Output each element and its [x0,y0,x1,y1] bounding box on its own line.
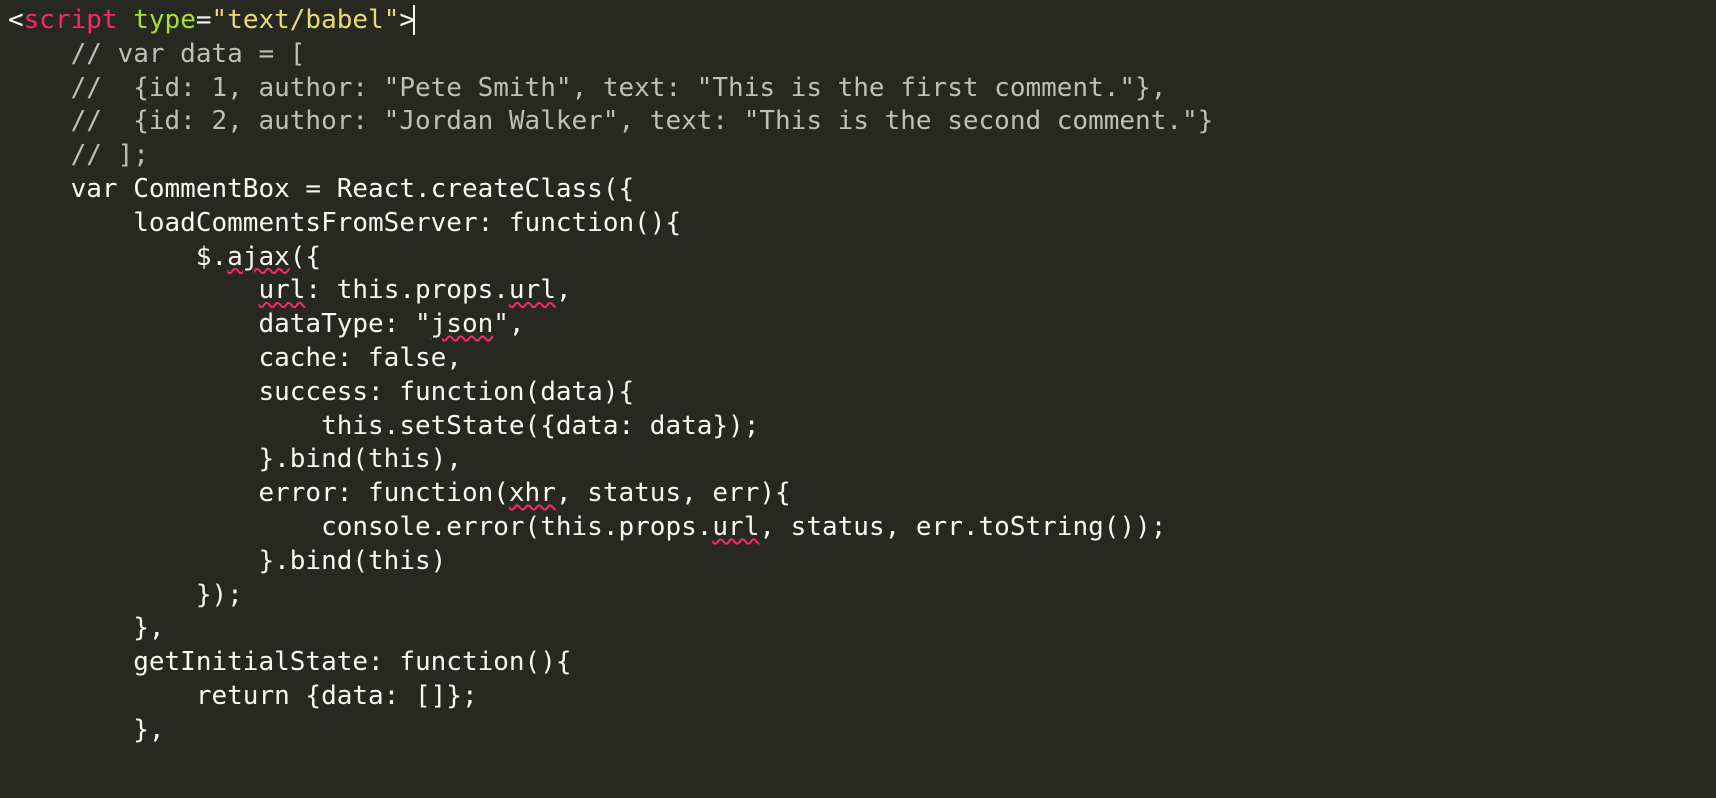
code-line: this.setState({data: data}); [8,411,759,441]
comment-line: // {id: 1, author: "Pete Smith", text: "… [8,73,1166,103]
code-line: getInitialState: function(){ [8,647,572,677]
spellcheck-word: url [258,275,305,305]
spellcheck-word: json [431,309,494,339]
spellcheck-word: url [509,275,556,305]
tag-name: script [24,5,118,35]
spellcheck-word: url [712,512,759,542]
code-editor[interactable]: <script type="text/babel"> // var data =… [0,0,1716,778]
code-line: success: function(data){ [8,377,634,407]
spellcheck-word: ajax [227,242,290,272]
code-line: var CommentBox = React.createClass({ [8,174,634,204]
code-text: $. [8,242,227,272]
code-line: cache: false, [8,343,462,373]
code-line: loadCommentsFromServer: function(){ [8,208,681,238]
code-text: ", [493,309,524,339]
code-line: }.bind(this), [8,444,462,474]
attr-value: "text/babel" [212,5,400,35]
code-text: , status, err.toString()); [759,512,1166,542]
code-text: console.error(this.props. [8,512,712,542]
code-line: }, [8,715,165,745]
text-cursor [413,5,415,35]
comment-line: // var data = [ [8,39,305,69]
code-line: }.bind(this) [8,546,446,576]
code-text: dataType: " [8,309,431,339]
comment-line: // ]; [8,140,149,170]
space [118,5,134,35]
code-line: }); [8,580,243,610]
code-line: }, [8,613,165,643]
comment-line: // {id: 2, author: "Jordan Walker", text… [8,106,1213,136]
spellcheck-word: xhr [509,478,556,508]
code-text: error: function( [8,478,509,508]
code-text: , [556,275,572,305]
attr-name: type [133,5,196,35]
angle-open: < [8,5,24,35]
code-text: ({ [290,242,321,272]
equals: = [196,5,212,35]
code-line: return {data: []}; [8,681,478,711]
code-text: : this.props. [305,275,509,305]
code-text: , status, err){ [556,478,791,508]
code-text [8,275,258,305]
